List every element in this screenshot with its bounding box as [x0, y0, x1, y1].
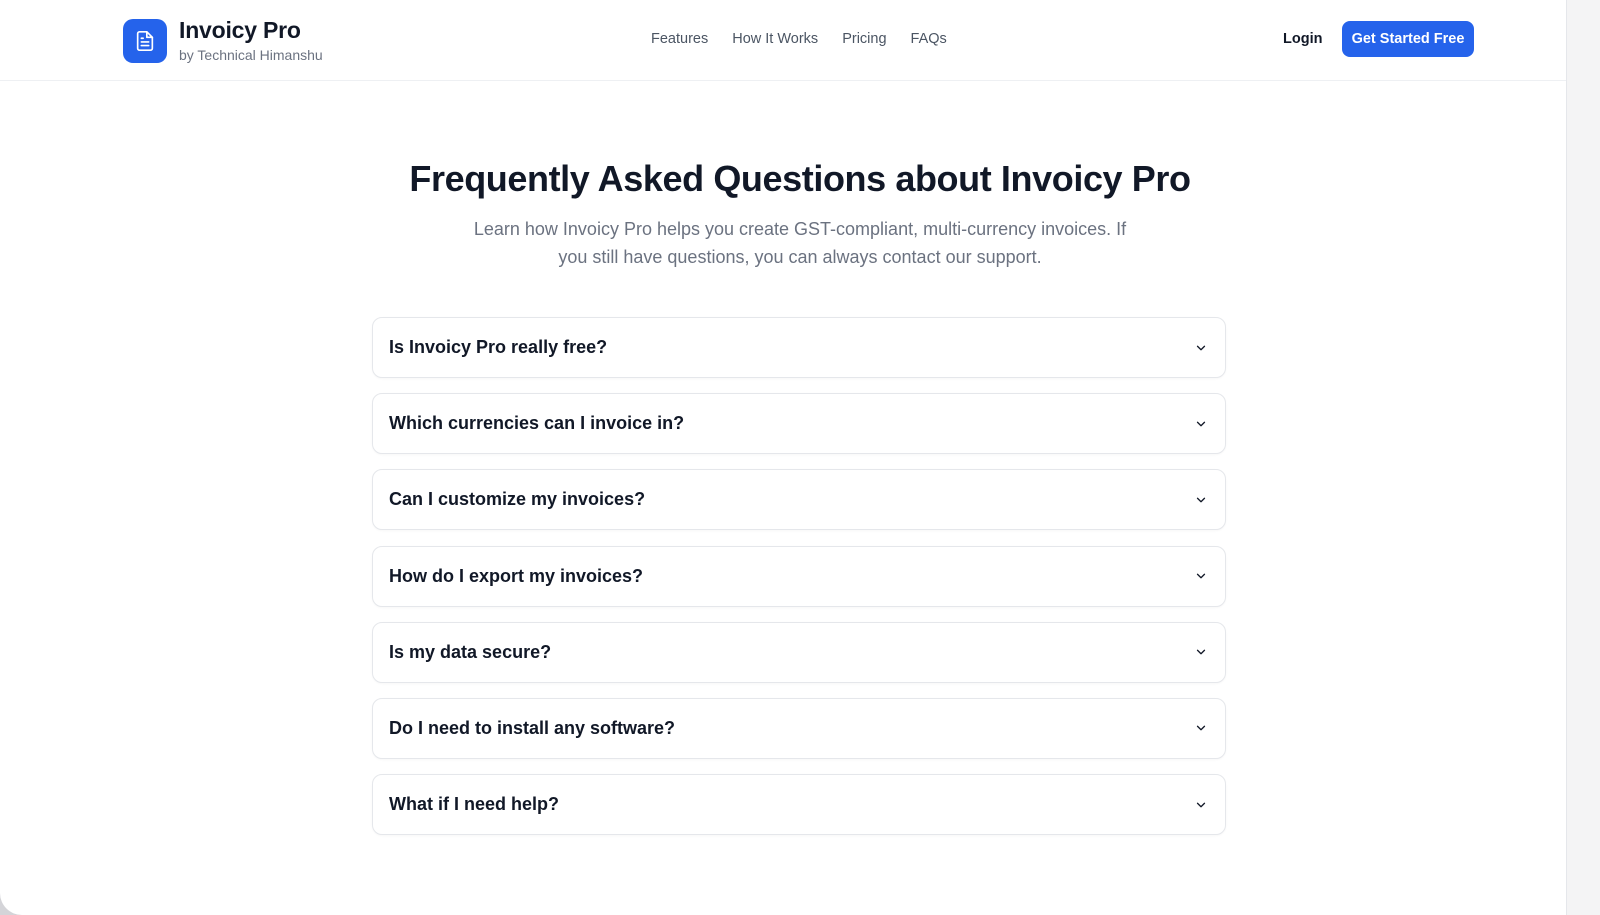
- faq-item[interactable]: Can I customize my invoices?: [372, 469, 1226, 531]
- faq-question: Is my data secure?: [389, 641, 552, 662]
- chevron-down-icon[interactable]: [1193, 416, 1209, 432]
- document-icon: [123, 18, 167, 63]
- main-nav: Features How It Works Pricing FAQs: [651, 29, 971, 49]
- get-started-button[interactable]: Get Started Free: [1342, 21, 1474, 57]
- nav-link-features[interactable]: Features: [651, 29, 708, 49]
- faq-question: Do I need to install any software?: [389, 717, 676, 738]
- chevron-down-icon[interactable]: [1193, 720, 1209, 736]
- chevron-down-icon[interactable]: [1193, 340, 1209, 356]
- page-subtitle: Learn how Invoicy Pro helps you create G…: [473, 219, 1127, 267]
- faq-item[interactable]: Is my data secure?: [372, 621, 1226, 683]
- nav-link-pricing[interactable]: Pricing: [842, 29, 886, 49]
- chevron-down-icon[interactable]: [1193, 492, 1209, 508]
- faq-question: Is Invoicy Pro really free?: [389, 337, 608, 357]
- faq-item[interactable]: Is Invoicy Pro really free?: [372, 317, 1226, 378]
- chevron-down-icon[interactable]: [1193, 568, 1209, 584]
- faq-item[interactable]: How do I export my invoices?: [372, 545, 1226, 607]
- faq-question: Can I customize my invoices?: [389, 489, 646, 510]
- brand-tagline: by Technical Himanshu: [179, 47, 323, 63]
- browser-window: Invoicy Pro by Technical Himanshu Featur…: [0, 0, 1566, 915]
- site-header: Invoicy Pro by Technical Himanshu Featur…: [0, 0, 1566, 81]
- nav-link-faqs[interactable]: FAQs: [911, 29, 947, 49]
- window-edge: [1566, 0, 1600, 915]
- faq-item[interactable]: Which currencies can I invoice in?: [372, 393, 1226, 455]
- faq-question: What if I need help?: [389, 794, 559, 815]
- nav-link-how-it-works[interactable]: How It Works: [732, 29, 818, 49]
- brand[interactable]: Invoicy Pro by Technical Himanshu: [123, 17, 323, 64]
- brand-name: Invoicy Pro: [179, 17, 301, 43]
- faq-list: Is Invoicy Pro really free? Which curren…: [372, 317, 1226, 850]
- chevron-down-icon[interactable]: [1193, 644, 1209, 660]
- faq-item[interactable]: Do I need to install any software?: [372, 697, 1226, 759]
- faq-question: How do I export my invoices?: [389, 565, 644, 586]
- page-title: Frequently Asked Questions about Invoicy…: [409, 158, 1191, 199]
- chevron-down-icon[interactable]: [1193, 797, 1209, 813]
- faq-question: Which currencies can I invoice in?: [389, 413, 685, 434]
- faq-item[interactable]: What if I need help?: [372, 774, 1226, 836]
- login-link[interactable]: Login: [1283, 29, 1322, 49]
